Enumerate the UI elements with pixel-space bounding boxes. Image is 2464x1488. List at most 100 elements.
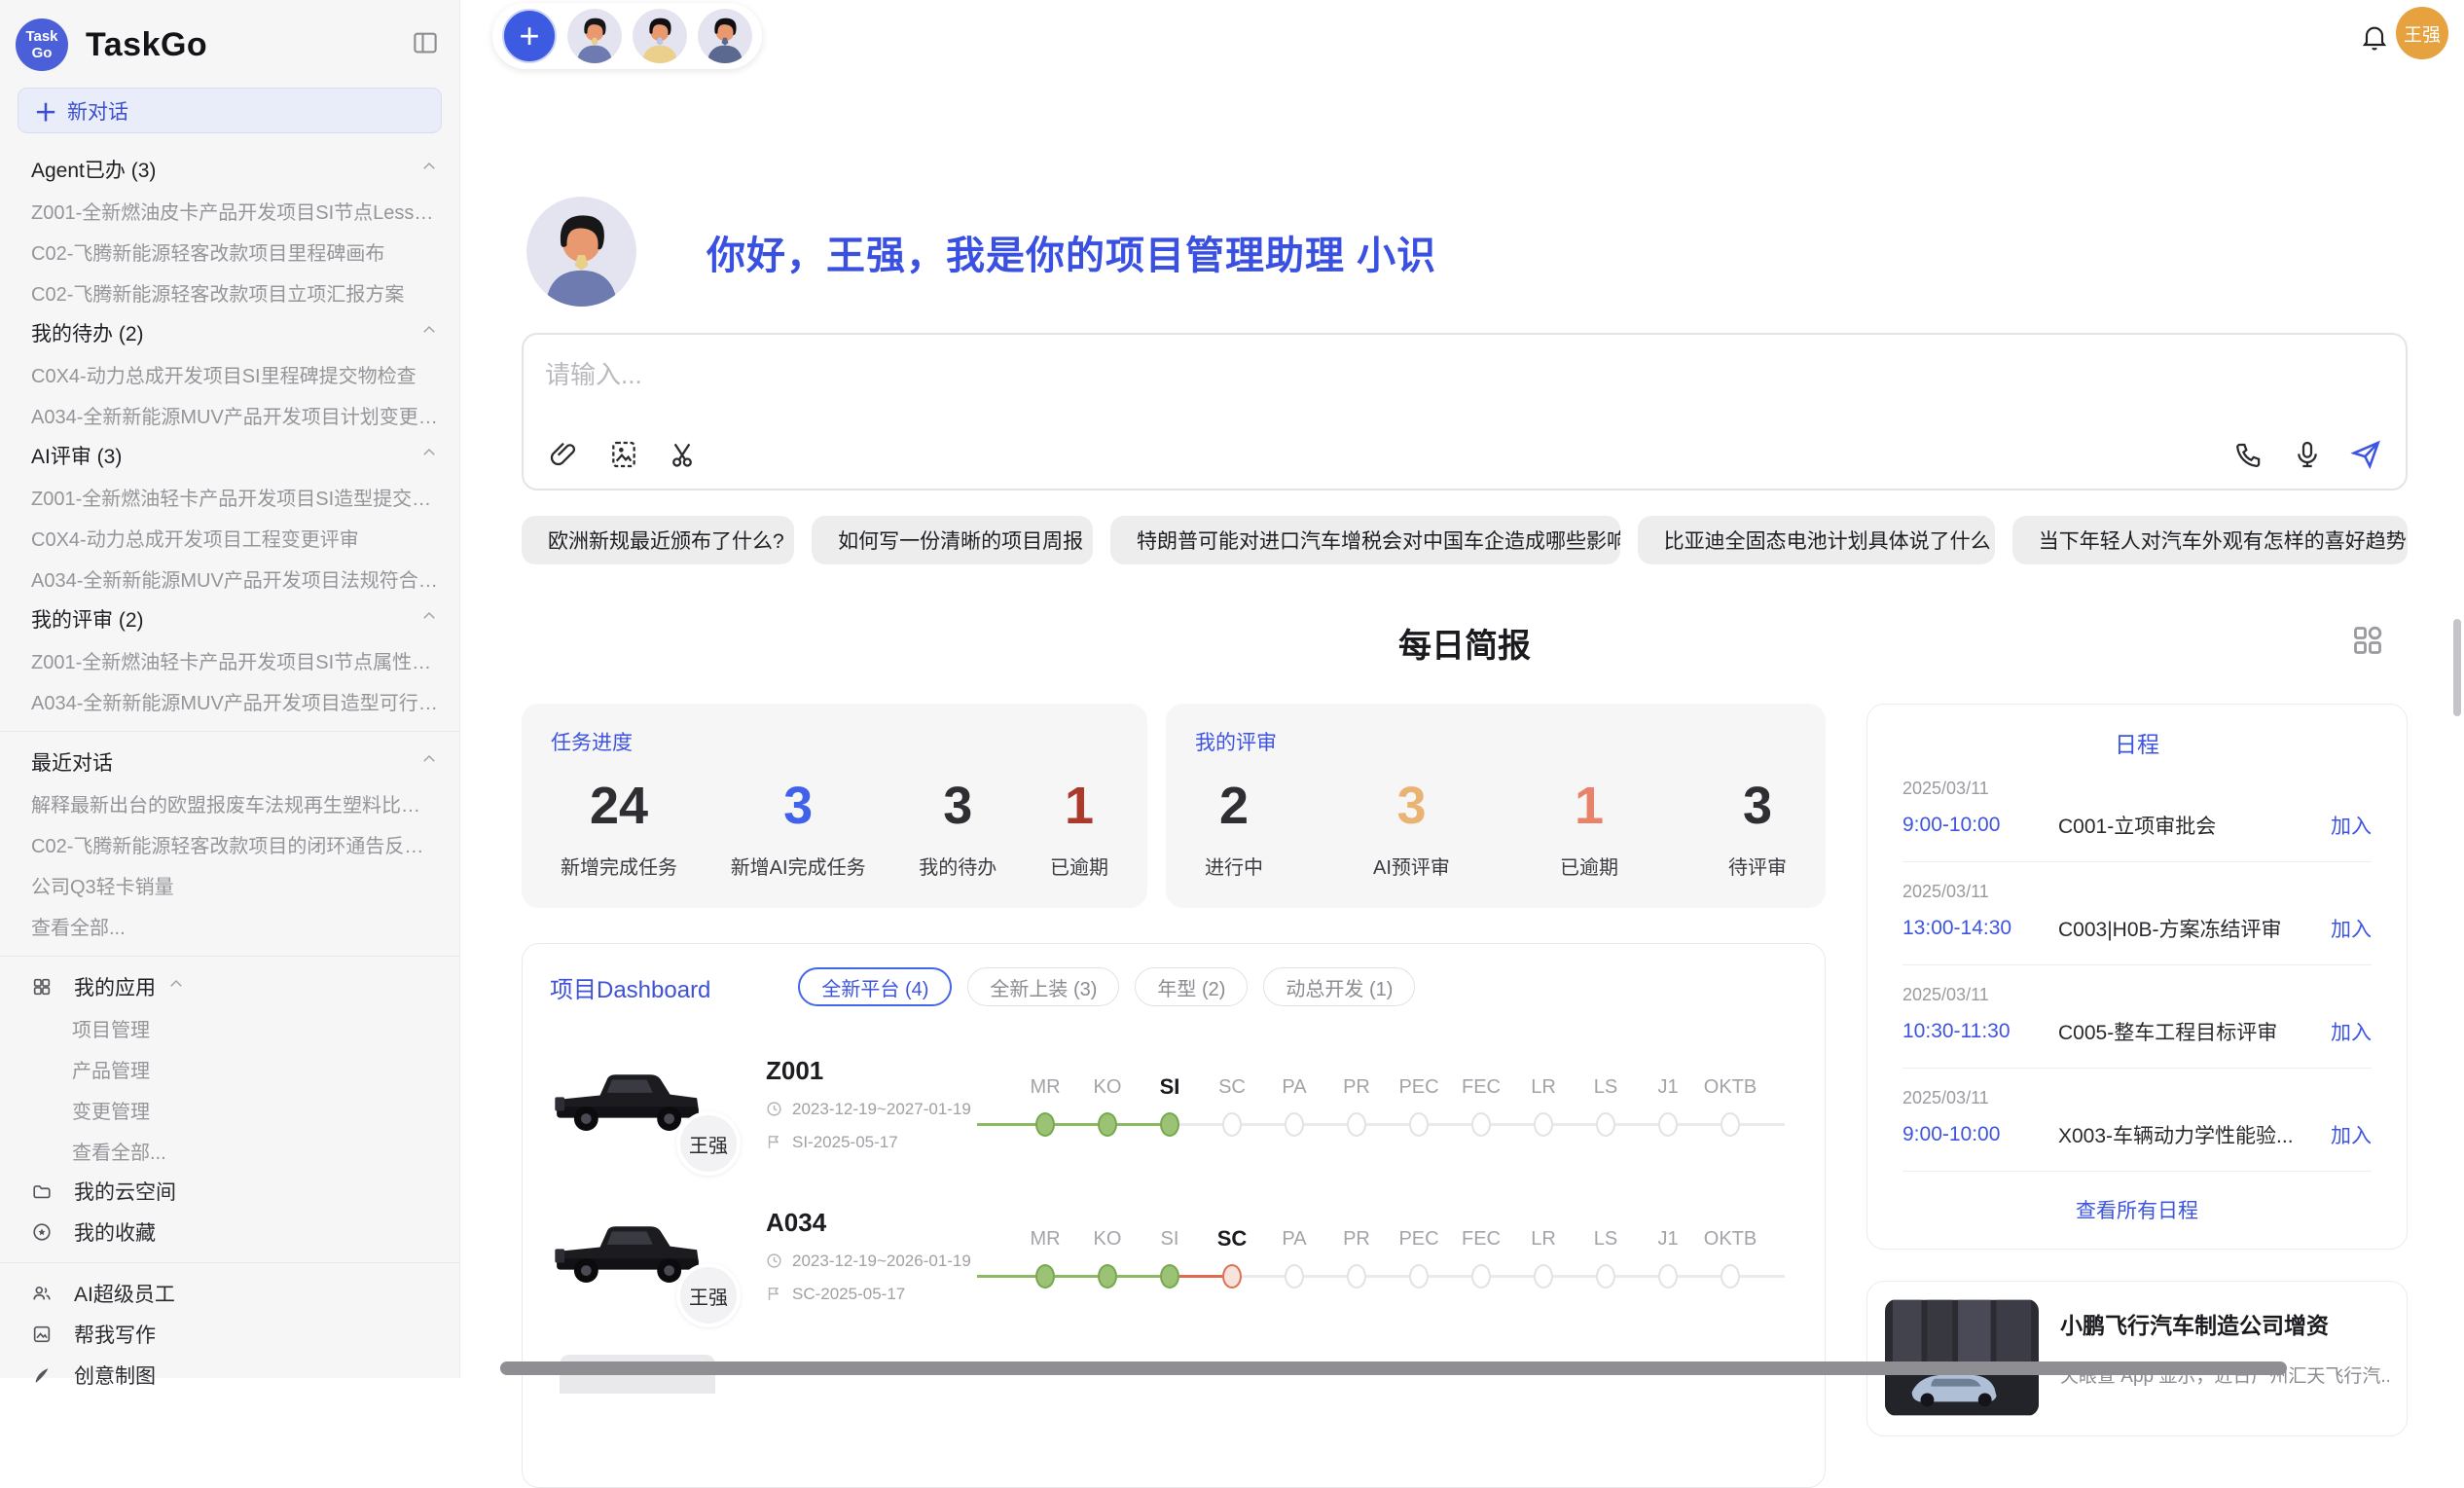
stat: 2 进行中 [1205,776,1263,880]
sidebar-task-item[interactable]: C02-飞腾新能源轻客改款项目立项汇报方案 [0,272,459,312]
chevron-up-icon[interactable] [420,158,438,181]
vertical-scrollbar[interactable] [2453,619,2461,716]
join-link[interactable]: 加入 [2331,1120,2372,1149]
sidebar-item-help-write[interactable]: 帮我写作 [0,1314,459,1355]
join-link[interactable]: 加入 [2331,811,2372,840]
sidebar-item-my-apps[interactable]: 我的应用 [0,966,459,1007]
event-name: X003-车辆动力学性能验... [2058,1120,2317,1149]
milestone-stage: J1 [1637,1223,1699,1293]
stat: 1 已逾期 [1050,776,1108,880]
schedule-title: 日程 [1902,726,2372,759]
project-flag: SC-2025-05-17 [766,1285,1014,1304]
chevron-up-icon[interactable] [167,975,185,998]
composer [522,333,2408,490]
sidebar-task-item[interactable]: C0X4-动力总成开发项目SI里程碑提交物检查 [0,353,459,394]
recent-item-label: C02-飞腾新能源轻客改款项目的闭环通告反馈情况 [31,830,438,858]
daily-briefing-title: 每日简报 [522,619,2408,667]
dashboard-tab[interactable]: 全新平台 (4) [798,967,952,1006]
sidebar-app-sub-item[interactable]: 项目管理 [0,1007,459,1048]
dashboard-tab[interactable]: 动总开发 (1) [1263,967,1415,1006]
member-avatar-1[interactable] [567,9,622,63]
sidebar-recent-item[interactable]: 公司Q3轻卡销量 [0,864,459,905]
join-link[interactable]: 加入 [2331,1017,2372,1046]
sidebar-item-creative-drawing[interactable]: 创意制图 [0,1355,459,1396]
sidebar-section-header[interactable]: 我的待办 (2) [0,312,459,353]
send-icon[interactable] [2345,434,2386,475]
collapse-sidebar-icon[interactable] [411,28,440,62]
chevron-up-icon[interactable] [420,750,438,774]
sidebar-item-cloud-space[interactable]: 我的云空间 [0,1171,459,1212]
milestone-dot-track [1699,1260,1761,1293]
sidebar-recent-item[interactable]: 解释最新出台的欧盟报废车法规再生塑料比例被调至15%... [0,782,459,823]
scissors-icon[interactable] [664,434,705,475]
timeline-segment [1615,1123,1637,1126]
stat-value: 3 [1373,776,1450,836]
sidebar-recent-item[interactable]: 查看全部... [0,905,459,946]
sidebar-section-header[interactable]: 我的评审 (2) [0,599,459,639]
view-all-schedule-link[interactable]: 查看所有日程 [1902,1172,2372,1248]
sidebar-app-sub-item[interactable]: 产品管理 [0,1048,459,1089]
chevron-up-icon[interactable] [420,444,438,467]
project-row[interactable]: 王强A034 2023-12-19~2026-01-19 SC-2025-05-… [550,1201,1797,1310]
project-row[interactable]: 王强Z001 2023-12-19~2027-01-19 SI-2025-05-… [550,1049,1797,1158]
milestone-stage: KO [1076,1223,1139,1293]
microphone-icon[interactable] [2287,434,2328,475]
suggestion-chip[interactable]: 欧洲新规最近颁布了什么? [522,516,794,564]
image-upload-icon[interactable] [603,434,644,475]
sidebar-app-sub-item[interactable]: 变更管理 [0,1089,459,1130]
add-member-button[interactable]: + [502,9,557,63]
milestone-label: SC [1201,1223,1263,1254]
milestone-dot [1471,1112,1491,1137]
task-item-label: C0X4-动力总成开发项目SI里程碑提交物检查 [31,360,438,388]
sidebar-task-item[interactable]: A034-全新新能源MUV产品开发项目计划变更表编写 [0,394,459,435]
horizontal-scrollbar[interactable] [500,1361,2287,1375]
schedule-card: 日程 2025/03/11 9:00-10:00 C001-立项审批会 加入 2… [1866,704,2408,1250]
suggestion-chip[interactable]: 当下年轻人对汽车外观有怎样的喜好趋势 [2012,516,2408,564]
phone-call-icon[interactable] [2228,434,2269,475]
suggestion-chip[interactable]: 如何写一份清晰的项目周报 [812,516,1093,564]
sidebar-app-sub-item[interactable]: 查看全部... [0,1130,459,1171]
sidebar-item-ai-super-staff[interactable]: AI超级员工 [0,1273,459,1314]
sidebar-task-item[interactable]: Z001-全新燃油皮卡产品开发项目SI节点Lesson Learn报告 [0,190,459,231]
notification-bell-icon[interactable] [2359,21,2390,57]
suggestion-chip[interactable]: 特朗普可能对进口汽车增税会对中国车企造成哪些影响 [1110,516,1620,564]
member-avatar-2[interactable] [633,9,687,63]
timeline-segment [1201,1123,1222,1126]
timeline-segment [1055,1123,1076,1126]
suggestion-chip[interactable]: 比亚迪全固态电池计划具体说了什么 [1638,516,1995,564]
user-avatar[interactable]: 王强 [2396,7,2448,59]
milestone-stage: SC [1201,1223,1263,1293]
sidebar-recent-item[interactable]: C02-飞腾新能源轻客改款项目的闭环通告反馈情况 [0,823,459,864]
dashboard-tab[interactable]: 年型 (2) [1135,967,1248,1006]
event-name: C005-整车工程目标评审 [2058,1017,2317,1046]
join-link[interactable]: 加入 [2331,914,2372,943]
timeline-segment [1388,1123,1409,1126]
new-chat-button[interactable]: ＋ 新对话 [18,88,442,133]
sidebar-item-favorites[interactable]: 我的收藏 [0,1212,459,1252]
sidebar-task-item[interactable]: A034-全新新能源MUV产品开发项目法规符合性评审 [0,558,459,599]
dashboard-tab[interactable]: 全新上装 (3) [967,967,1119,1006]
chat-input[interactable] [545,360,2005,390]
news-title: 小鹏飞行汽车制造公司增资 [2060,1307,2389,1340]
sidebar-section-header[interactable]: Agent已办 (3) [0,149,459,190]
stat-value: 2 [1205,776,1263,836]
news-card[interactable]: 小鹏飞行汽车制造公司增资 天眼查 App 显示，近日广州汇天飞行汽... [1866,1281,2408,1436]
task-item-label: Z001-全新燃油轻卡产品开发项目SI节点属性5D文件评审 [31,646,438,674]
sidebar-task-item[interactable]: C02-飞腾新能源轻客改款项目里程碑画布 [0,231,459,272]
stat-value: 3 [919,776,996,836]
member-avatar-3[interactable] [698,9,752,63]
sidebar-task-item[interactable]: A034-全新新能源MUV产品开发项目造型可行性评审 [0,680,459,721]
sidebar-task-item[interactable]: C0X4-动力总成开发项目工程变更评审 [0,517,459,558]
timeline-segment [1491,1275,1512,1278]
sidebar-recent-header[interactable]: 最近对话 [0,742,459,782]
stat-label: 已逾期 [1560,852,1618,880]
chevron-up-icon[interactable] [420,607,438,631]
chevron-up-icon[interactable] [420,321,438,345]
sidebar-section-header[interactable]: AI评审 (3) [0,435,459,476]
attachment-icon[interactable] [543,434,584,475]
stat: 3 新增AI完成任务 [731,776,866,880]
sidebar-task-item[interactable]: Z001-全新燃油轻卡产品开发项目SI节点属性5D文件评审 [0,639,459,680]
project-info: A034 2023-12-19~2026-01-19 SC-2025-05-17 [766,1208,1014,1304]
sidebar-task-item[interactable]: Z001-全新燃油轻卡产品开发项目SI造型提交物评审 [0,476,459,517]
layout-grid-icon[interactable] [2348,621,2387,665]
